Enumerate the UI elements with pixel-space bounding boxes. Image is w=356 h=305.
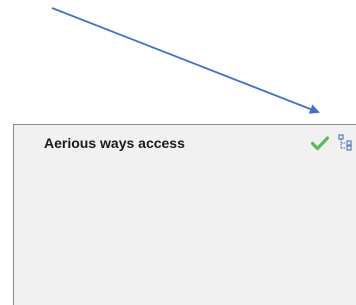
check-icon [311, 136, 329, 151]
access-panel: Aerious ways access [13, 124, 356, 305]
screenshot-stage: Aerious ways access [0, 0, 356, 305]
hierarchy-tree-icon[interactable] [337, 134, 355, 152]
panel-title: Aerious ways access [44, 135, 185, 151]
